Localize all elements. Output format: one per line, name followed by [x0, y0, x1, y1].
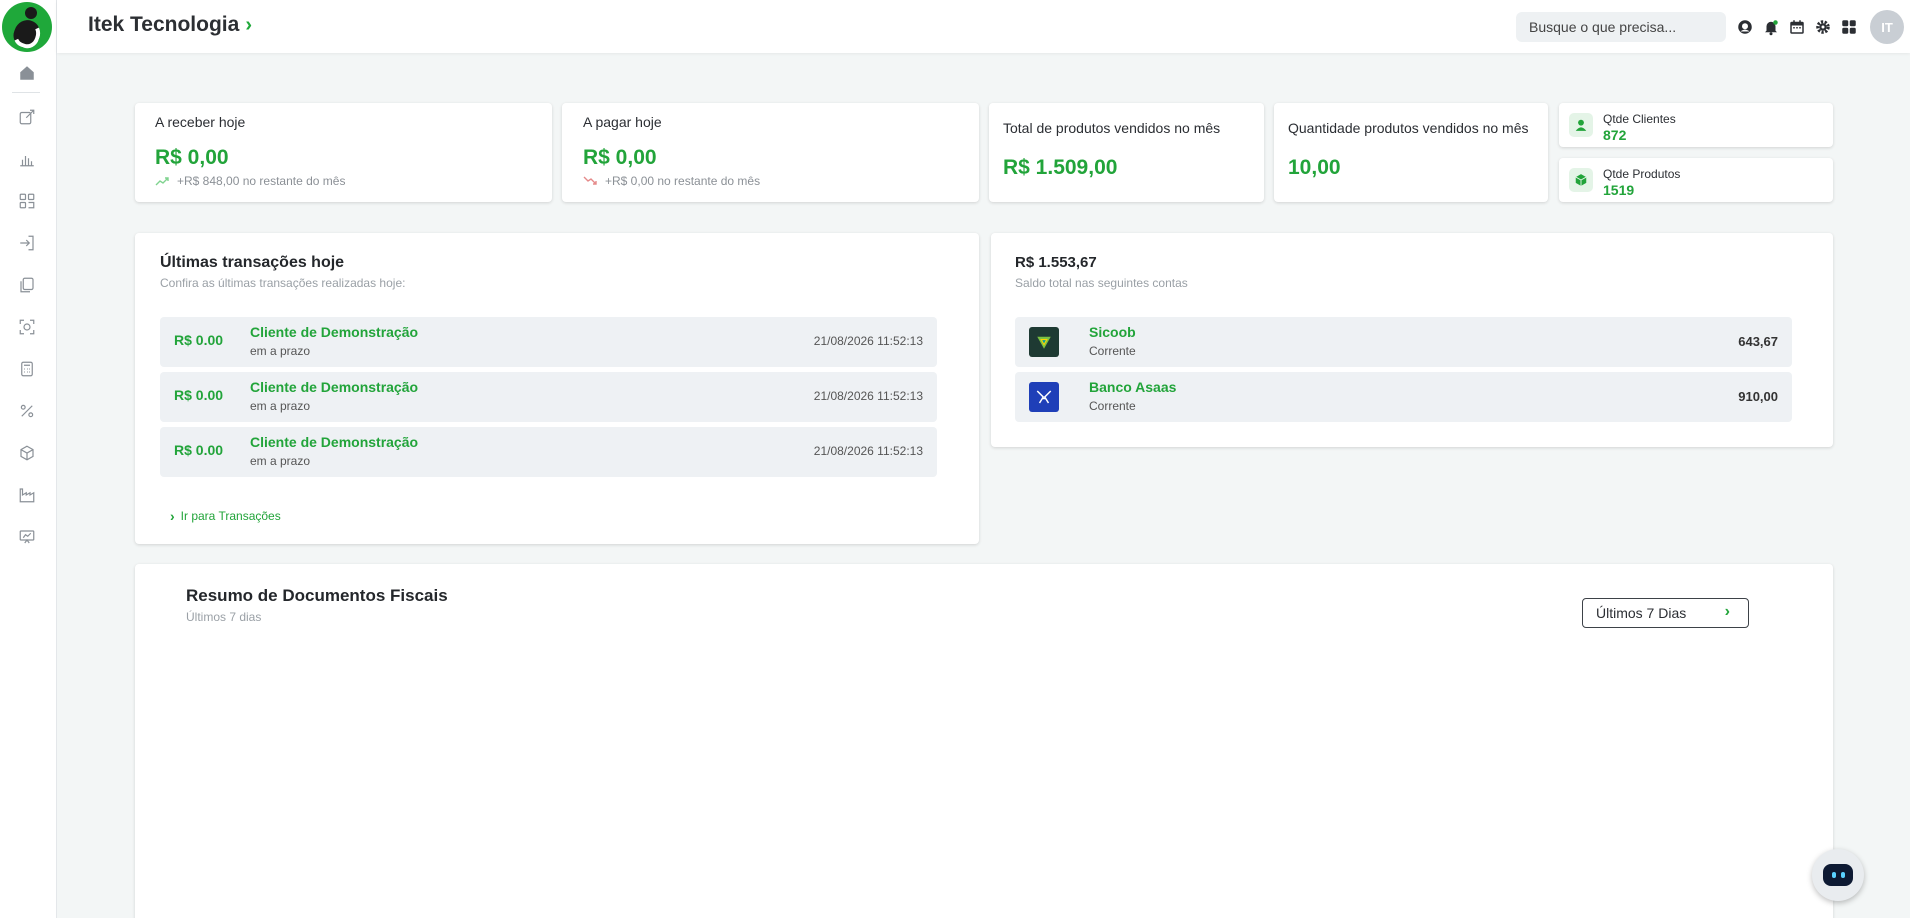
payable-value: R$ 0,00 [583, 146, 657, 169]
receivable-card: A receber hoje R$ 0,00 +R$ 848,00 no res… [135, 103, 552, 202]
apps-icon[interactable] [1839, 17, 1859, 37]
products-qty-label: Quantidade produtos vendidos no mês [1288, 120, 1529, 136]
edit-icon[interactable] [16, 106, 38, 128]
bar-chart-icon[interactable] [16, 148, 38, 170]
transaction-terms: em a prazo [250, 344, 311, 358]
robot-eye [1831, 872, 1836, 878]
products-qty-value: 10,00 [1288, 156, 1341, 179]
transaction-terms: em a prazo [250, 399, 311, 413]
transactions-title: Últimas transações hoje [160, 254, 345, 271]
transactions-subtitle: Confira as últimas transações realizadas… [160, 276, 406, 290]
logo-dot [25, 7, 37, 19]
documents-icon[interactable] [16, 274, 38, 296]
top-header: Itek Tecnologia › IT [57, 0, 1910, 53]
transaction-amount: R$ 0.00 [174, 442, 224, 458]
sicoob-logo [1029, 327, 1059, 357]
go-to-transactions-label: Ir para Transações [180, 509, 281, 523]
transaction-row[interactable]: R$ 0.00 Cliente de Demonstração em a pra… [160, 372, 937, 422]
bell-icon[interactable] [1761, 17, 1781, 37]
percent-icon[interactable] [16, 400, 38, 422]
company-name: Itek Tecnologia [88, 13, 240, 36]
calendar-icon[interactable] [1787, 17, 1807, 37]
payable-sub-text: +R$ 0,00 no restante do mês [605, 174, 761, 188]
transaction-row[interactable]: R$ 0.00 Cliente de Demonstração em a pra… [160, 317, 937, 367]
account-row[interactable]: Sicoob Corrente 643,67 [1015, 317, 1792, 367]
products-total-label: Total de produtos vendidos no mês [1003, 120, 1221, 136]
trend-up-icon [155, 177, 169, 186]
transaction-client: Cliente de Demonstração [250, 434, 419, 450]
period-select-button[interactable]: Últimos 7 Dias › [1582, 598, 1749, 628]
products-count-value: 1519 [1603, 182, 1635, 198]
chevron-right-icon: › [245, 13, 252, 36]
account-balance: 910,00 [1738, 389, 1778, 404]
robot-eye [1840, 872, 1845, 878]
transaction-terms: em a prazo [250, 454, 311, 468]
camera-scan-icon[interactable] [16, 316, 38, 338]
receivable-sub: +R$ 848,00 no restante do mês [155, 174, 345, 188]
account-row[interactable]: Banco Asaas Corrente 910,00 [1015, 372, 1792, 422]
gear-icon[interactable] [1813, 17, 1833, 37]
fiscal-subtitle: Últimos 7 dias [186, 610, 262, 624]
presentation-icon[interactable] [16, 526, 38, 548]
transaction-client: Cliente de Demonstração [250, 379, 419, 395]
chevron-right-icon: › [1724, 603, 1730, 620]
clients-count-label: Qtde Clientes [1603, 112, 1676, 126]
transaction-date: 21/08/2026 11:52:13 [813, 334, 923, 348]
support-icon[interactable] [1735, 17, 1755, 37]
avatar[interactable]: IT [1870, 10, 1904, 44]
go-to-transactions-link[interactable]: › Ir para Transações [170, 508, 281, 524]
box-icon[interactable] [16, 442, 38, 464]
logo-stem [9, 16, 45, 52]
products-count-card: Qtde Produtos 1519 [1559, 158, 1833, 202]
scan-icon[interactable] [16, 190, 38, 212]
sidebar-divider [12, 92, 40, 93]
chatbot-button[interactable] [1812, 849, 1864, 901]
sidebar [0, 0, 57, 918]
products-qty-card: Quantidade produtos vendidos no mês 10,0… [1274, 103, 1548, 202]
company-logo[interactable] [2, 2, 52, 52]
trend-down-icon [583, 176, 597, 185]
receivable-label: A receber hoje [155, 114, 246, 130]
clients-count-card: Qtde Clientes 872 [1559, 103, 1833, 147]
accounts-card: R$ 1.553,67 Saldo total nas seguintes co… [991, 233, 1833, 447]
transaction-row[interactable]: R$ 0.00 Cliente de Demonstração em a pra… [160, 427, 937, 477]
payable-sub: +R$ 0,00 no restante do mês [583, 174, 760, 188]
home-icon[interactable] [16, 62, 38, 84]
transaction-amount: R$ 0.00 [174, 387, 224, 403]
robot-icon [1823, 864, 1853, 886]
period-select-label: Últimos 7 Dias [1596, 605, 1687, 621]
receivable-value: R$ 0,00 [155, 146, 229, 169]
asaas-logo [1029, 382, 1059, 412]
company-switcher[interactable]: Itek Tecnologia › [88, 13, 252, 37]
accounts-total: R$ 1.553,67 [1015, 254, 1097, 271]
products-total-value: R$ 1.509,00 [1003, 156, 1118, 179]
clients-count-value: 872 [1603, 127, 1627, 143]
fiscal-title: Resumo de Documentos Fiscais [186, 586, 448, 605]
user-icon [1569, 113, 1593, 137]
cube-icon [1569, 168, 1593, 192]
fiscal-summary-card: Resumo de Documentos Fiscais Últimos 7 d… [135, 564, 1833, 918]
transaction-amount: R$ 0.00 [174, 332, 224, 348]
factory-icon[interactable] [16, 484, 38, 506]
payable-card: A pagar hoje R$ 0,00 +R$ 0,00 no restant… [562, 103, 979, 202]
products-count-label: Qtde Produtos [1603, 167, 1681, 181]
account-type: Corrente [1089, 399, 1136, 413]
accounts-subtitle: Saldo total nas seguintes contas [1015, 276, 1188, 290]
products-total-card: Total de produtos vendidos no mês R$ 1.5… [989, 103, 1264, 202]
account-name: Banco Asaas [1089, 379, 1177, 395]
chevron-right-icon: › [170, 508, 175, 524]
calculator-icon[interactable] [16, 358, 38, 380]
transaction-date: 21/08/2026 11:52:13 [813, 389, 923, 403]
account-balance: 643,67 [1738, 334, 1778, 349]
transactions-card: Últimas transações hoje Confira as últim… [135, 233, 979, 544]
receivable-sub-text: +R$ 848,00 no restante do mês [177, 174, 346, 188]
transaction-client: Cliente de Demonstração [250, 324, 419, 340]
payable-label: A pagar hoje [583, 114, 662, 130]
account-type: Corrente [1089, 344, 1136, 358]
login-icon[interactable] [16, 232, 38, 254]
account-name: Sicoob [1089, 324, 1136, 340]
transaction-date: 21/08/2026 11:52:13 [813, 444, 923, 458]
search-input[interactable] [1516, 12, 1726, 42]
